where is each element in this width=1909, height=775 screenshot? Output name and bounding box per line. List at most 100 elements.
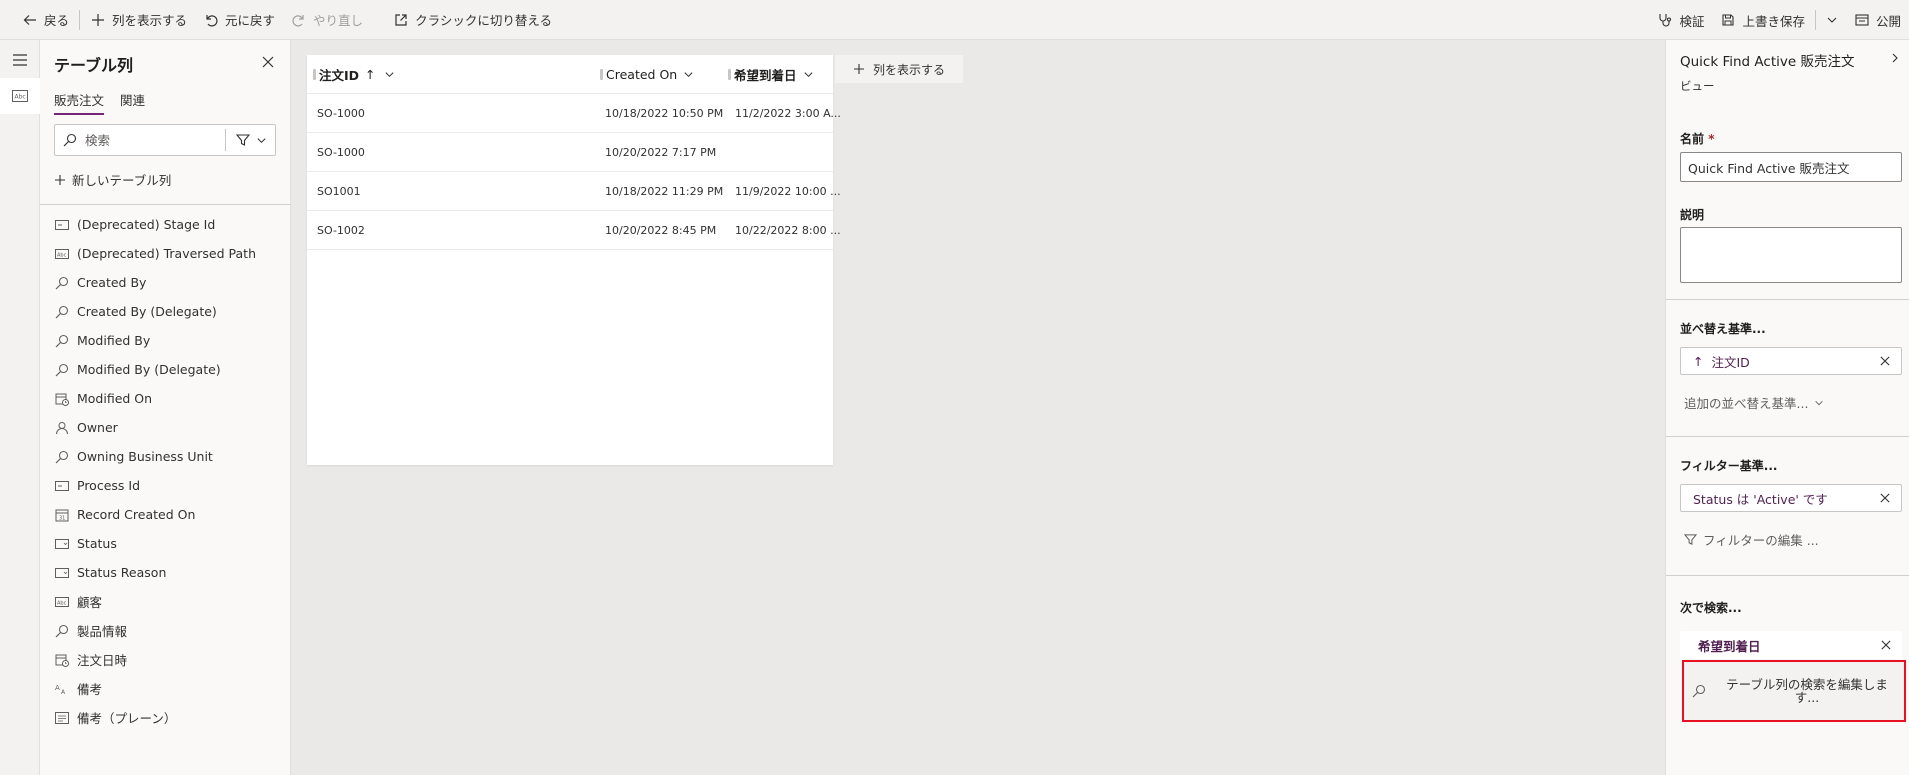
cell-created-on: 10/18/2022 11:29 PM (605, 185, 724, 198)
svg-text:31: 31 (59, 515, 65, 521)
filter-dropdown-button[interactable] (225, 129, 275, 151)
tab-related[interactable]: 関連 (120, 90, 145, 115)
lookup-icon (54, 304, 70, 320)
sort-by-label: 並べ替え基準... (1680, 322, 1766, 336)
publish-icon (1854, 12, 1870, 28)
table-row[interactable]: SO-1002 10/20/2022 8:45 PM 10/22/2022 8:… (307, 211, 841, 250)
back-button[interactable]: 戻る (14, 0, 77, 40)
add-sort-button[interactable]: 追加の並べ替え基準... (1684, 393, 1824, 412)
text-field-icon: Abc (54, 246, 70, 262)
column-item[interactable]: Created By (Delegate) (54, 297, 284, 326)
table-columns-rail-button[interactable]: Abc (0, 78, 40, 114)
find-chip-label: 希望到着日 (1698, 638, 1761, 654)
collapse-pane-button[interactable] (1889, 52, 1901, 64)
column-item[interactable]: Created By (54, 268, 284, 297)
sort-chip-label: 注文ID (1711, 354, 1750, 370)
edit-find-columns-button[interactable]: テーブル列の検索を編集します... (1682, 660, 1906, 722)
hamburger-icon (12, 53, 28, 67)
resize-grip[interactable] (600, 69, 603, 80)
svg-text:Abc: Abc (57, 600, 67, 606)
search-input[interactable] (85, 132, 215, 148)
column-item[interactable]: Status (54, 529, 284, 558)
divider (1666, 299, 1909, 300)
column-item[interactable]: 31 Record Created On (54, 500, 284, 529)
plus-icon (54, 174, 66, 186)
column-header-created-on[interactable]: Created On (600, 55, 694, 94)
stethoscope-icon (1657, 12, 1673, 28)
column-item-label: 顧客 (77, 595, 103, 610)
column-item[interactable]: AA 備考 (54, 674, 284, 703)
switch-classic-label: クラシックに切り替える (415, 13, 552, 28)
edit-filter-button[interactable]: フィルターの編集 ... (1684, 530, 1819, 549)
close-icon (1880, 356, 1890, 366)
close-pane-button[interactable] (260, 54, 276, 70)
column-item[interactable]: 注文日時 (54, 645, 284, 674)
choice-icon (54, 565, 70, 581)
cell-desired-arrival: 11/9/2022 10:00 ... (735, 185, 841, 198)
table-row[interactable]: SO-1000 10/20/2022 7:17 PM (307, 133, 833, 172)
resize-grip[interactable] (313, 69, 316, 80)
save-menu-button[interactable] (1818, 0, 1846, 40)
remove-filter-button[interactable] (1877, 490, 1893, 506)
column-item[interactable]: 製品情報 (54, 616, 284, 645)
plus-icon (90, 12, 106, 28)
plus-icon (853, 63, 865, 75)
find-chip[interactable]: 希望到着日 (1680, 631, 1902, 659)
column-item[interactable]: Modified By (54, 326, 284, 355)
tab-sales-order[interactable]: 販売注文 (54, 90, 105, 115)
publish-button[interactable]: 公開 (1846, 0, 1909, 40)
undo-button[interactable]: 元に戻す (195, 0, 283, 40)
table-row[interactable]: SO1001 10/18/2022 11:29 PM 11/9/2022 10:… (307, 172, 841, 211)
column-item[interactable]: (Deprecated) Stage Id (54, 210, 284, 239)
column-item[interactable]: Abc 顧客 (54, 587, 284, 616)
resize-grip[interactable] (728, 69, 731, 80)
column-item[interactable]: Modified By (Delegate) (54, 355, 284, 384)
divider (1666, 436, 1909, 437)
column-item-label: Created By (77, 275, 147, 290)
new-column-button[interactable]: 新しいテーブル列 (54, 170, 171, 189)
add-column-button[interactable]: 列を表示する (835, 55, 963, 83)
show-columns-button[interactable]: 列を表示する (82, 0, 195, 40)
column-header-order-id[interactable]: 注文ID ↑ (313, 55, 395, 94)
column-header-label: 希望到着日 (734, 68, 797, 83)
chevron-down-icon (803, 69, 814, 80)
column-header-desired-arrival[interactable]: 希望到着日 (728, 55, 814, 94)
column-item[interactable]: Modified On (54, 384, 284, 413)
remove-sort-button[interactable] (1877, 353, 1893, 369)
add-sort-label: 追加の並べ替え基準... (1684, 396, 1809, 411)
column-search-box (54, 124, 276, 156)
lookup-icon (54, 449, 70, 465)
cell-desired-arrival: 10/22/2022 8:00 ... (735, 224, 841, 237)
save-label: 上書き保存 (1742, 13, 1805, 29)
column-item[interactable]: 備考（プレーン） (54, 703, 284, 732)
choice-icon (54, 536, 70, 552)
filter-icon (236, 133, 250, 147)
sort-ascending-icon: ↑ (365, 67, 376, 82)
column-item-label: Status Reason (77, 565, 167, 580)
name-field[interactable]: Quick Find Active 販売注文 (1680, 152, 1902, 182)
id-field-icon (54, 478, 70, 494)
svg-text:Abc: Abc (57, 252, 67, 258)
column-item-label: Owner (77, 420, 118, 435)
column-item[interactable]: Status Reason (54, 558, 284, 587)
validate-button[interactable]: 検証 (1649, 0, 1712, 40)
column-item[interactable]: Process Id (54, 471, 284, 500)
description-field[interactable] (1680, 227, 1902, 283)
column-item[interactable]: Owner (54, 413, 284, 442)
multiline-text-icon (54, 710, 70, 726)
save-button[interactable]: 上書き保存 (1712, 0, 1813, 40)
remove-find-button[interactable] (1878, 637, 1894, 653)
column-item-label: 備考（プレーン） (77, 711, 177, 726)
hamburger-menu-button[interactable] (0, 42, 40, 78)
svg-text:A: A (61, 689, 66, 696)
sort-chip[interactable]: ↑ 注文ID (1680, 347, 1902, 375)
table-row[interactable]: SO-1000 10/18/2022 10:50 PM 11/2/2022 3:… (307, 94, 841, 133)
column-item[interactable]: Owning Business Unit (54, 442, 284, 471)
switch-classic-button[interactable]: クラシックに切り替える (385, 0, 560, 40)
filter-chip[interactable]: Status は 'Active' です (1680, 484, 1902, 512)
redo-button[interactable]: やり直し (283, 0, 371, 40)
column-item[interactable]: Abc (Deprecated) Traversed Path (54, 239, 284, 268)
view-properties-pane: Quick Find Active 販売注文 ビュー 名前 * Quick Fi… (1665, 40, 1909, 775)
cell-created-on: 10/20/2022 7:17 PM (605, 146, 717, 159)
column-item-label: Record Created On (77, 507, 196, 522)
